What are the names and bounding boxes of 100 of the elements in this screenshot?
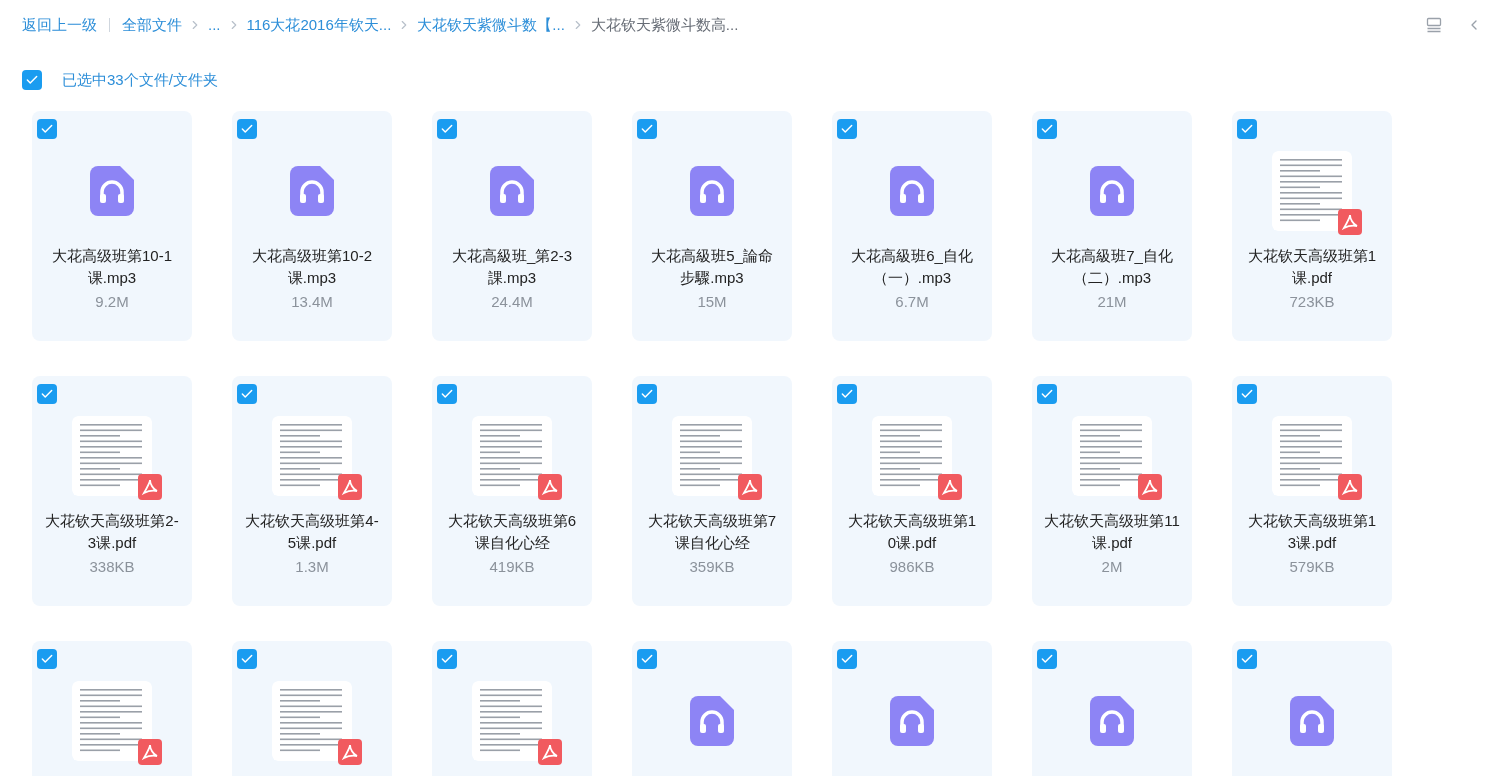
check-icon [840, 122, 854, 136]
check-icon [1040, 122, 1054, 136]
headphones-file-icon [1090, 166, 1134, 216]
checkbox[interactable] [437, 119, 457, 139]
file-size: 2M [1101, 557, 1123, 577]
check-icon [640, 652, 654, 666]
checkbox[interactable] [437, 649, 457, 669]
checkbox[interactable] [1037, 649, 1057, 669]
pdf-icon [338, 739, 362, 765]
pdf-icon [1338, 209, 1362, 235]
file-name: 大花钦天高级班第4-5课.pdf [244, 511, 380, 553]
checkbox[interactable] [37, 119, 57, 139]
pdf-icon [338, 474, 362, 500]
file-name: 大花钦天高级班第7课自化心经 [646, 511, 778, 553]
list-view-icon[interactable] [1426, 17, 1442, 33]
file-name: 大花钦天高级班第11课.pdf [1044, 511, 1180, 553]
headphones-file-icon [1090, 696, 1134, 746]
file-card[interactable]: 大花高級班_第2-3課.mp3 24.4M [432, 111, 592, 341]
checkbox[interactable] [37, 384, 57, 404]
check-icon [1040, 387, 1054, 401]
check-icon [240, 122, 254, 136]
check-icon [40, 122, 54, 136]
pdf-icon [938, 474, 962, 500]
checkbox[interactable] [1237, 119, 1257, 139]
breadcrumb-link[interactable]: 大花钦天紫微斗数高... [590, 13, 739, 37]
breadcrumb-link[interactable]: ... [208, 13, 221, 37]
breadcrumb-link[interactable]: 大花钦天紫微斗数【... [417, 13, 565, 37]
checkbox[interactable] [37, 649, 57, 669]
headphones-file-icon [90, 166, 134, 216]
file-name: 大花高级班第10-1课.mp3 [51, 246, 173, 288]
file-name: 大花钦天高级班第10课.pdf [846, 511, 978, 553]
file-name: 大花高級班5_論命步驟.mp3 [650, 246, 774, 288]
checkbox[interactable] [437, 384, 457, 404]
headphones-file-icon [690, 166, 734, 216]
file-card[interactable]: 大花钦天高级班第11课.pdf 2M [1032, 376, 1192, 606]
file-name: 大花钦天高级班第1课.pdf [1246, 246, 1378, 288]
file-card[interactable]: 大花钦天高级班第10课.pdf 986KB [832, 376, 992, 606]
pdf-icon [138, 474, 162, 500]
file-card[interactable]: 大花钦天高级班第6课自化心经 419KB [432, 376, 592, 606]
check-icon [840, 652, 854, 666]
file-card[interactable]: 大花钦天高级班第4-5课.pdf 1.3M [232, 376, 392, 606]
pdf-icon [538, 739, 562, 765]
file-card[interactable]: 大花高级班第10-2课.mp3 13.4M [232, 111, 392, 341]
file-name: 大花钦天高级班第2-3课.pdf [44, 511, 180, 553]
checkbox[interactable] [837, 384, 857, 404]
checkbox[interactable] [237, 119, 257, 139]
file-size: 579KB [1289, 557, 1335, 577]
checkbox[interactable] [637, 649, 657, 669]
checkbox[interactable] [837, 119, 857, 139]
file-card[interactable]: 大花高級班7_自化（二）.mp3 21M [1032, 111, 1192, 341]
file-size: 24.4M [491, 292, 533, 312]
file-card[interactable]: 大花高級班5_論命步驟.mp3 15M [632, 111, 792, 341]
file-name: 大花高級班6_自化（一）.mp3 [850, 246, 974, 288]
headphones-file-icon [490, 166, 534, 216]
checkbox[interactable] [1237, 384, 1257, 404]
check-icon [25, 73, 39, 87]
check-icon [1240, 122, 1254, 136]
check-icon [640, 387, 654, 401]
check-icon [1240, 652, 1254, 666]
checkbox[interactable] [837, 649, 857, 669]
checkbox[interactable] [1037, 119, 1057, 139]
checkbox[interactable] [237, 384, 257, 404]
checkbox[interactable] [1037, 384, 1057, 404]
checkbox[interactable] [22, 70, 42, 90]
check-icon [240, 387, 254, 401]
file-name: 大花高級班_第2-3課.mp3 [451, 246, 573, 288]
checkbox[interactable] [637, 384, 657, 404]
breadcrumb-link[interactable]: 全部文件 [122, 13, 182, 37]
check-icon [40, 652, 54, 666]
file-size: 419KB [489, 557, 535, 577]
check-icon [640, 122, 654, 136]
headphones-file-icon [890, 696, 934, 746]
check-icon [840, 387, 854, 401]
pdf-icon [1138, 474, 1162, 500]
checkbox[interactable] [237, 649, 257, 669]
checkbox[interactable] [1237, 649, 1257, 669]
file-size: 21M [1097, 292, 1127, 312]
file-size: 986KB [889, 557, 935, 577]
file-name: 大花高級班7_自化（二）.mp3 [1050, 246, 1174, 288]
file-card[interactable]: 大花钦天高级班第7课自化心经 359KB [632, 376, 792, 606]
file-card[interactable]: 大花高級班6_自化（一）.mp3 6.7M [832, 111, 992, 341]
file-size: 359KB [689, 557, 735, 577]
file-card[interactable]: 大花钦天高级班第2-3课.pdf 338KB [32, 376, 192, 606]
back-link[interactable]: 返回上一级 [22, 13, 97, 37]
check-icon [440, 122, 454, 136]
check-icon [240, 652, 254, 666]
checkbox[interactable] [637, 119, 657, 139]
file-card[interactable]: 大花钦天高级班第1课.pdf 723KB [1232, 111, 1392, 341]
file-card[interactable]: 大花高级班第10-1课.mp3 9.2M [32, 111, 192, 341]
check-icon [1040, 652, 1054, 666]
pdf-icon [1338, 474, 1362, 500]
file-size: 723KB [1289, 292, 1335, 312]
file-size: 9.2M [95, 292, 129, 312]
breadcrumb-link[interactable]: 116大花2016年钦天... [246, 13, 392, 37]
pdf-icon [138, 739, 162, 765]
file-card[interactable]: 大花钦天高级班第13课.pdf 579KB [1232, 376, 1392, 606]
check-icon [40, 387, 54, 401]
file-size: 1.3M [295, 557, 329, 577]
headphones-file-icon [290, 166, 334, 216]
check-icon [1240, 387, 1254, 401]
